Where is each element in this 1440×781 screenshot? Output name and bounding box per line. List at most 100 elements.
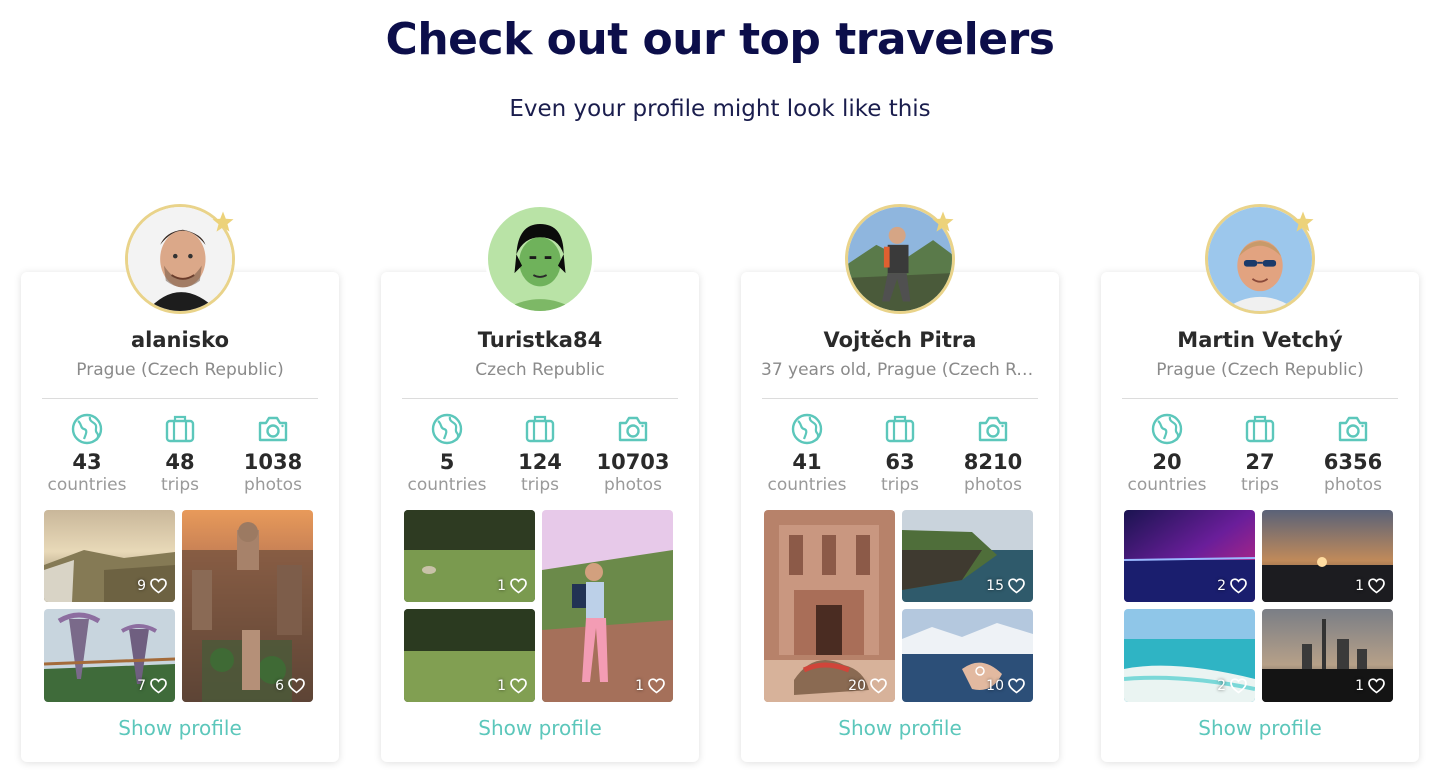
- camera-icon: [618, 416, 648, 442]
- likes-count: 1: [497, 578, 506, 594]
- gallery-photo[interactable]: 1: [404, 609, 535, 702]
- globe-icon: [1151, 413, 1183, 445]
- gallery-photo[interactable]: 1: [542, 510, 673, 702]
- gallery-photo[interactable]: 15: [902, 510, 1033, 602]
- likes-count: 2: [1217, 678, 1226, 694]
- avatar-photo: [488, 207, 592, 311]
- photos-count: 1038: [243, 450, 303, 474]
- traveler-name[interactable]: Turistka84: [381, 328, 699, 352]
- traveler-stats: 41 countries 63 trips 8210 photos: [761, 412, 1039, 496]
- heart-icon: [1008, 678, 1025, 694]
- heart-icon: [150, 578, 167, 594]
- suitcase-icon: [165, 415, 195, 443]
- traveler-avatar[interactable]: [485, 204, 595, 314]
- heart-icon: [288, 678, 305, 694]
- photo-likes[interactable]: 15: [986, 578, 1025, 594]
- gallery-photo[interactable]: 1: [404, 510, 535, 602]
- traveler-name[interactable]: Vojtěch Pitra: [741, 328, 1059, 352]
- trips-count: 124: [518, 450, 562, 474]
- globe-icon: [71, 413, 103, 445]
- stat-photos: 1038 photos: [227, 412, 319, 496]
- photo-likes[interactable]: 10: [986, 678, 1025, 694]
- stat-countries: 43 countries: [41, 412, 133, 496]
- traveler-avatar[interactable]: [125, 204, 235, 314]
- gallery-photo[interactable]: 2: [1124, 609, 1255, 702]
- photo-likes[interactable]: 1: [497, 578, 527, 594]
- photos-label: photos: [244, 475, 302, 495]
- traveler-card: Vojtěch Pitra 37 years old, Prague (Czec…: [741, 272, 1059, 762]
- trips-count: 48: [165, 450, 195, 474]
- countries-count: 43: [72, 450, 102, 474]
- gallery-photo[interactable]: 20: [764, 510, 895, 702]
- trips-label: trips: [520, 475, 560, 495]
- photo-likes[interactable]: 1: [497, 678, 527, 694]
- divider: [762, 398, 1038, 399]
- gallery-photo[interactable]: 2: [1124, 510, 1255, 602]
- photo-likes[interactable]: 1: [1355, 578, 1385, 594]
- photo-likes[interactable]: 2: [1217, 678, 1247, 694]
- city-photo: [182, 510, 313, 702]
- trips-label: trips: [1240, 475, 1280, 495]
- traveler-avatar[interactable]: [845, 204, 955, 314]
- photo-likes[interactable]: 6: [275, 678, 305, 694]
- petra-photo: [764, 510, 895, 702]
- traveler-avatar[interactable]: [1205, 204, 1315, 314]
- divider: [42, 398, 318, 399]
- photo-likes[interactable]: 1: [1355, 678, 1385, 694]
- countries-label: countries: [47, 475, 127, 495]
- stat-countries: 20 countries: [1121, 412, 1213, 496]
- traveler-card: alanisko Prague (Czech Republic) 43 coun…: [21, 272, 339, 762]
- traveler-stats: 5 countries 124 trips 10703 photos: [401, 412, 679, 496]
- traveler-name[interactable]: Martin Vetchý: [1101, 328, 1419, 352]
- heart-icon: [510, 678, 527, 694]
- photo-likes[interactable]: 1: [635, 678, 665, 694]
- gallery-photo[interactable]: 6: [182, 510, 313, 702]
- show-profile-link[interactable]: Show profile: [381, 716, 699, 740]
- traveler-card: Martin Vetchý Prague (Czech Republic) 20…: [1101, 272, 1419, 762]
- stat-photos: 6356 photos: [1307, 412, 1399, 496]
- stat-countries: 41 countries: [761, 412, 853, 496]
- heart-icon: [150, 678, 167, 694]
- heart-icon: [1230, 578, 1247, 594]
- camera-icon: [258, 416, 288, 442]
- countries-label: countries: [407, 475, 487, 495]
- photo-likes[interactable]: 2: [1217, 578, 1247, 594]
- traveler-location: Prague (Czech Republic): [1156, 360, 1364, 380]
- likes-count: 1: [1355, 678, 1364, 694]
- photo-likes[interactable]: 9: [137, 578, 167, 594]
- likes-count: 20: [848, 678, 866, 694]
- trips-count: 27: [1245, 450, 1275, 474]
- section-title: Check out our top travelers: [385, 14, 1055, 65]
- show-profile-link[interactable]: Show profile: [1101, 716, 1419, 740]
- star-icon: [932, 211, 954, 232]
- traveler-location: 37 years old, Prague (Czech Republic): [761, 360, 1039, 380]
- divider: [1122, 398, 1398, 399]
- likes-count: 2: [1217, 578, 1226, 594]
- gallery-photo[interactable]: 7: [44, 609, 175, 702]
- trips-label: trips: [160, 475, 200, 495]
- show-profile-link[interactable]: Show profile: [21, 716, 339, 740]
- photo-gallery: 20 15 10: [764, 510, 1034, 702]
- show-profile-link[interactable]: Show profile: [741, 716, 1059, 740]
- heart-icon: [1008, 578, 1025, 594]
- globe-icon: [431, 413, 463, 445]
- heart-icon: [648, 678, 665, 694]
- photo-gallery: 1 1 1: [404, 510, 674, 702]
- camera-icon: [1338, 416, 1368, 442]
- globe-icon: [791, 413, 823, 445]
- gallery-photo[interactable]: 10: [902, 609, 1033, 702]
- traveler-name[interactable]: alanisko: [21, 328, 339, 352]
- gallery-photo[interactable]: 9: [44, 510, 175, 602]
- trips-count: 63: [885, 450, 915, 474]
- gallery-photo[interactable]: 1: [1262, 609, 1393, 702]
- photo-gallery: 9 6 7: [44, 510, 314, 702]
- photo-likes[interactable]: 20: [848, 678, 887, 694]
- heart-icon: [510, 578, 527, 594]
- gallery-photo[interactable]: 1: [1262, 510, 1393, 602]
- stat-trips: 124 trips: [494, 412, 586, 496]
- heart-icon: [1368, 678, 1385, 694]
- countries-count: 20: [1152, 450, 1182, 474]
- photo-likes[interactable]: 7: [137, 678, 167, 694]
- star-icon: [212, 211, 234, 232]
- avatar: [485, 204, 595, 314]
